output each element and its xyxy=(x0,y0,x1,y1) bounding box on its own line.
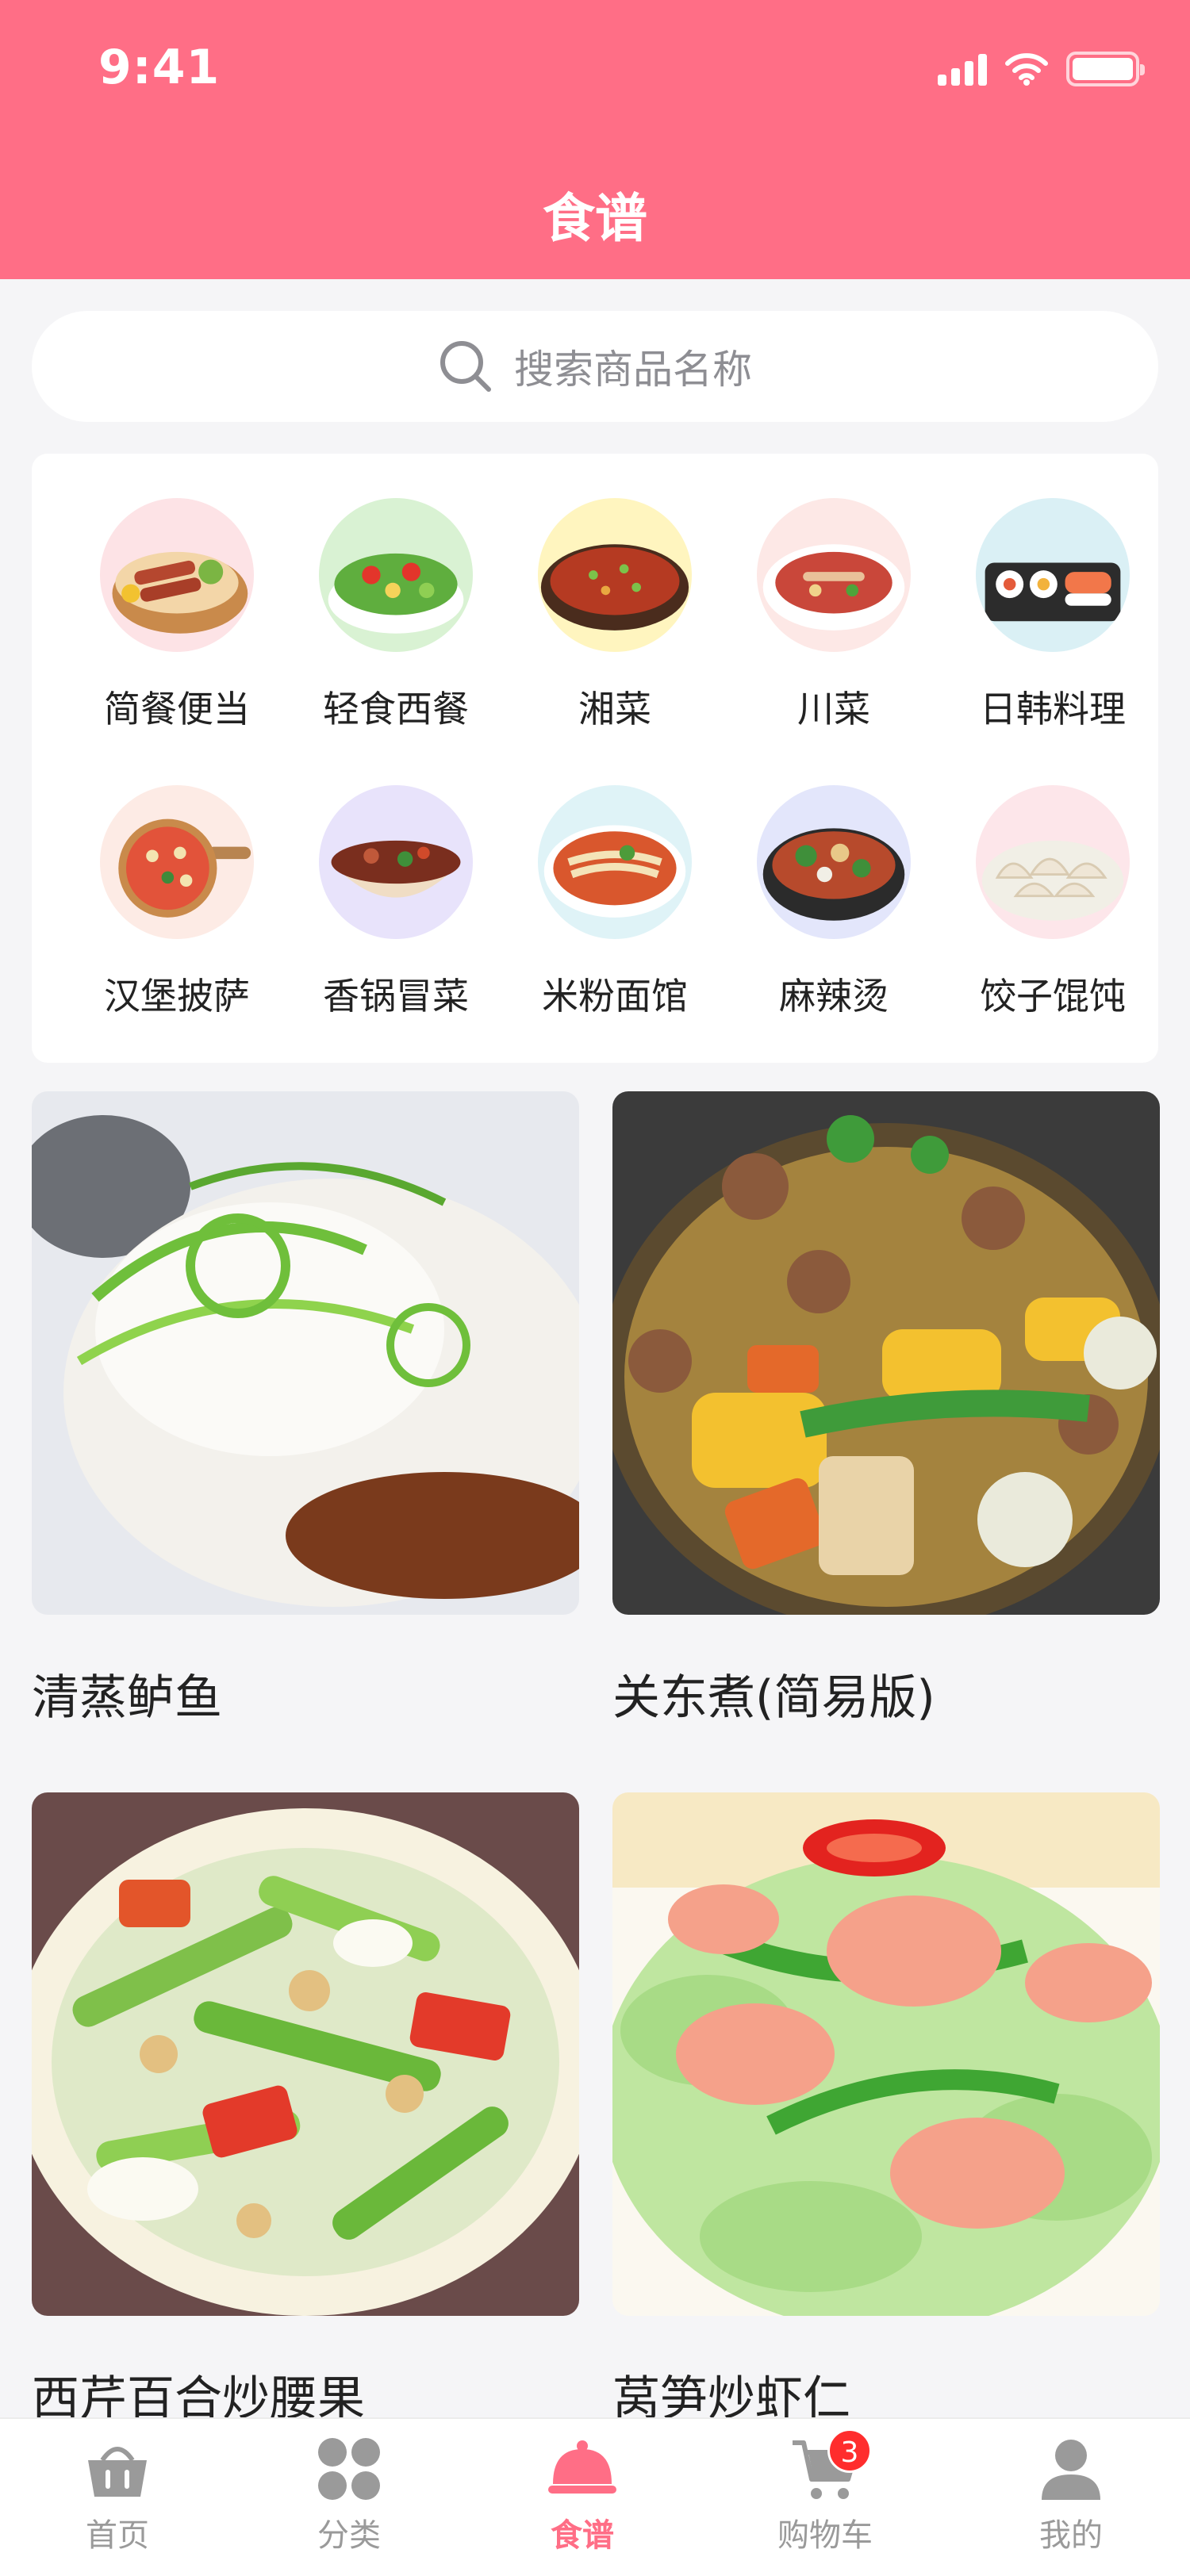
page-title: 食谱 xyxy=(543,188,647,249)
recipe-title: 关东煮(简易版) xyxy=(612,1670,935,1726)
category-japanese-korean[interactable]: 日韩料理 xyxy=(946,498,1160,733)
category-light-western[interactable]: 轻食西餐 xyxy=(289,498,503,733)
category-label: 香锅冒菜 xyxy=(323,975,469,1018)
bento-image xyxy=(100,498,254,652)
cart-badge: 3 xyxy=(827,2428,872,2473)
status-icons xyxy=(938,49,1145,89)
category-dumpling-wonton[interactable]: 饺子馄饨 xyxy=(946,785,1160,1020)
spicy-pot-image xyxy=(319,785,473,939)
recipe-card[interactable]: 莴笋炒虾仁 xyxy=(612,1792,1160,2429)
wifi-icon xyxy=(1005,53,1048,86)
category-label: 简餐便当 xyxy=(104,688,250,730)
celery-lily-cashew-image xyxy=(32,1792,579,2316)
category-label: 麻辣烫 xyxy=(779,975,889,1018)
tab-cart[interactable]: 3 购物车 xyxy=(738,2428,912,2555)
tab-label: 我的 xyxy=(1039,2517,1103,2554)
category-hunan[interactable]: 湘菜 xyxy=(508,498,722,733)
grid-icon xyxy=(313,2433,385,2505)
category-spicy-pot[interactable]: 香锅冒菜 xyxy=(289,785,503,1020)
tab-label: 食谱 xyxy=(551,2517,614,2554)
cloche-icon xyxy=(547,2433,618,2505)
sushi-image xyxy=(976,498,1130,652)
tab-recipes[interactable]: 食谱 xyxy=(495,2433,670,2555)
salad-image xyxy=(319,498,473,652)
dumpling-image xyxy=(976,785,1130,939)
battery-icon xyxy=(1066,52,1145,86)
tab-category[interactable]: 分类 xyxy=(262,2433,436,2555)
recipe-card[interactable]: 清蒸鲈鱼 xyxy=(32,1091,579,1728)
category-label: 川菜 xyxy=(797,688,870,730)
noodle-image xyxy=(538,785,692,939)
pizza-image xyxy=(100,785,254,939)
category-grid: 简餐便当 轻食西餐 湘菜 川菜 日韩料理 汉堡披萨 香锅冒菜 米粉面馆 麻辣烫 … xyxy=(32,454,1158,1063)
bottom-tab-bar: 首页 分类 食谱 3 购物车 我的 xyxy=(0,2417,1190,2576)
recipe-card[interactable]: 关东煮(简易版) xyxy=(612,1091,1160,1728)
cart-icon: 3 xyxy=(789,2428,872,2505)
app-header: 9:41 食谱 xyxy=(0,0,1190,279)
category-sichuan[interactable]: 川菜 xyxy=(727,498,941,733)
category-label: 饺子馄饨 xyxy=(980,975,1126,1018)
category-rice-noodle[interactable]: 米粉面馆 xyxy=(508,785,722,1020)
category-malatang[interactable]: 麻辣烫 xyxy=(727,785,941,1020)
category-label: 日韩料理 xyxy=(980,688,1126,730)
search-icon xyxy=(440,341,491,392)
recipe-card[interactable]: 西芹百合炒腰果 xyxy=(32,1792,579,2429)
status-time: 9:41 xyxy=(98,40,221,95)
user-icon xyxy=(1035,2433,1107,2505)
malatang-image xyxy=(757,785,911,939)
category-label: 汉堡披萨 xyxy=(104,975,250,1018)
tab-home[interactable]: 首页 xyxy=(30,2433,205,2555)
category-label: 湘菜 xyxy=(578,688,651,730)
category-bento[interactable]: 简餐便当 xyxy=(70,498,284,733)
tab-label: 分类 xyxy=(317,2517,381,2554)
basket-icon xyxy=(82,2433,153,2505)
signal-icon xyxy=(938,52,987,86)
lettuce-shrimp-image xyxy=(612,1792,1160,2316)
category-label: 轻食西餐 xyxy=(323,688,469,730)
hunan-dish-image xyxy=(538,498,692,652)
search-input[interactable]: 搜索商品名称 xyxy=(32,311,1158,422)
tab-profile[interactable]: 我的 xyxy=(984,2433,1158,2555)
tab-label: 购物车 xyxy=(777,2517,873,2554)
category-label: 米粉面馆 xyxy=(542,975,688,1018)
recipe-title: 清蒸鲈鱼 xyxy=(32,1670,222,1726)
tab-label: 首页 xyxy=(86,2517,149,2554)
oden-image xyxy=(612,1091,1160,1615)
search-placeholder: 搜索商品名称 xyxy=(514,347,752,393)
category-burger-pizza[interactable]: 汉堡披萨 xyxy=(70,785,284,1020)
steamed-fish-image xyxy=(32,1091,579,1615)
sichuan-dish-image xyxy=(757,498,911,652)
